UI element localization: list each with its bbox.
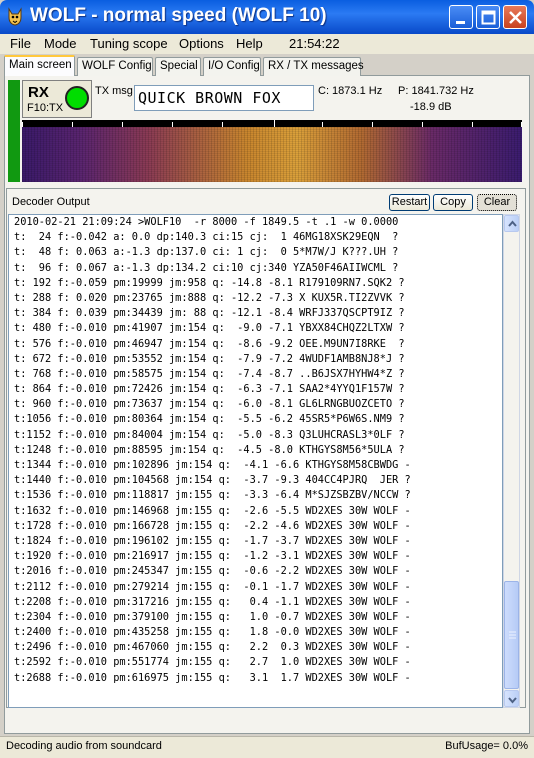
maximize-icon (481, 10, 496, 25)
decoder-line: t:2208 f:-0.010 pm:317216 jm:155 q: 0.4 … (14, 595, 411, 608)
copy-button[interactable]: Copy (433, 194, 473, 211)
scroll-down-icon (508, 697, 517, 704)
scroll-up-button[interactable] (504, 215, 519, 232)
menu-help[interactable]: Help (236, 36, 263, 51)
close-button[interactable] (503, 5, 527, 29)
tx-key-hint: F10:TX (27, 102, 64, 114)
maximize-button[interactable] (476, 5, 500, 29)
mode-label: RX (28, 84, 49, 101)
decoder-line: t:2592 f:-0.010 pm:551774 jm:155 q: 2.7 … (14, 656, 411, 669)
decoder-line: t:1056 f:-0.010 pm:80364 jm:154 q: -5.5 … (14, 413, 405, 426)
minimize-icon (456, 21, 465, 24)
buffer-usage: BufUsage= 0.0% (445, 740, 528, 752)
restart-button[interactable]: Restart (389, 194, 430, 211)
window-title: WOLF - normal speed (WOLF 10) (30, 5, 327, 26)
menu-bar: File Mode Tuning scope Options Help 21:5… (0, 34, 534, 54)
decoder-line: t: 960 f:-0.010 pm:73637 jm:154 q: -6.0 … (14, 398, 405, 411)
menu-file[interactable]: File (10, 36, 31, 51)
decoder-output-label: Decoder Output (12, 196, 90, 208)
wolf-app-icon[interactable] (6, 7, 24, 27)
decoder-line: t: 384 f: 0.039 pm:34439 jm: 88 q: -12.1… (14, 307, 405, 320)
decoder-line: t: 576 f:-0.010 pm:46947 jm:154 q: -8.6 … (14, 337, 405, 350)
menu-clock: 21:54:22 (289, 36, 340, 51)
decoder-line: t:1152 f:-0.010 pm:84004 jm:154 q: -5.0 … (14, 428, 405, 441)
scroll-thumb[interactable] (504, 581, 519, 689)
menu-tuning-scope[interactable]: Tuning scope (90, 36, 168, 51)
decoder-line: t:2304 f:-0.010 pm:379100 jm:155 q: 1.0 … (14, 610, 411, 623)
decoder-line: t:2400 f:-0.010 pm:435258 jm:155 q: 1.8 … (14, 626, 411, 639)
scroll-down-button[interactable] (504, 690, 519, 707)
decoder-line: t:2496 f:-0.010 pm:467060 jm:155 q: 2.2 … (14, 641, 411, 654)
frequency-scale[interactable] (22, 120, 522, 127)
rx-led-icon (65, 86, 89, 110)
tab-io-config[interactable]: I/O Config (203, 57, 261, 76)
waterfall-display[interactable] (22, 127, 522, 182)
decoder-line: t: 768 f:-0.010 pm:58575 jm:154 q: -7.4 … (14, 367, 405, 380)
status-message: Decoding audio from soundcard (6, 740, 162, 752)
scroll-up-icon (508, 220, 517, 227)
decoder-output-text[interactable]: 2010-02-21 21:09:24 >WOLF10 -r 8000 -f 1… (8, 214, 503, 708)
decoder-line: t:1632 f:-0.010 pm:146968 jm:155 q: -2.6… (14, 504, 411, 517)
minimize-button[interactable] (449, 5, 473, 29)
close-icon (509, 11, 522, 24)
peak-frequency: P: 1841.732 Hz (398, 85, 474, 97)
decoder-line: t:2688 f:-0.010 pm:616975 jm:155 q: 3.1 … (14, 671, 411, 684)
decoder-line: t:1248 f:-0.010 pm:88595 jm:154 q: -4.5 … (14, 443, 405, 456)
decoder-line: t: 192 f:-0.059 pm:19999 jm:958 q: -14.8… (14, 276, 405, 289)
decoder-line: t: 288 f: 0.020 pm:23765 jm:888 q: -12.2… (14, 291, 405, 304)
decoder-line: t: 48 f: 0.063 a:-1.3 dp:137.0 ci: 1 cj:… (14, 246, 399, 259)
tab-rx-tx-messages[interactable]: RX / TX messages (263, 57, 364, 76)
decoder-line: t:1920 f:-0.010 pm:216917 jm:155 q: -1.2… (14, 550, 411, 563)
tab-main-screen[interactable]: Main screen (4, 55, 75, 76)
rx-tx-toggle[interactable]: RX F10:TX (22, 80, 92, 118)
decoder-line: t: 480 f:-0.010 pm:41907 jm:154 q: -9.0 … (14, 322, 405, 335)
clear-button[interactable]: Clear (477, 194, 517, 211)
tab-wolf-config[interactable]: WOLF Config (77, 57, 153, 76)
tx-msg-field[interactable]: QUICK BROWN FOX (134, 85, 314, 111)
decoder-line: t: 672 f:-0.010 pm:53552 jm:154 q: -7.9 … (14, 352, 405, 365)
decoder-line: 2010-02-21 21:09:24 >WOLF10 -r 8000 -f 1… (14, 216, 399, 228)
decoder-line: t:1440 f:-0.010 pm:104568 jm:154 q: -3.7… (14, 474, 411, 487)
decoder-line: t:1536 f:-0.010 pm:118817 jm:155 q: -3.3… (14, 489, 411, 502)
tx-msg-label: TX msg (95, 85, 133, 97)
rx-indicator-strip (8, 80, 20, 182)
decoder-scrollbar[interactable] (503, 214, 520, 708)
decoder-line: t:1728 f:-0.010 pm:166728 jm:155 q: -2.2… (14, 519, 411, 532)
decoder-line: t: 24 f:-0.042 a: 0.0 dp:140.3 ci:15 cj:… (14, 231, 399, 244)
tab-special[interactable]: Special (155, 57, 201, 76)
menu-mode[interactable]: Mode (44, 36, 77, 51)
signal-level: -18.9 dB (410, 101, 452, 113)
decoder-line: t:2112 f:-0.010 pm:279214 jm:155 q: -0.1… (14, 580, 411, 593)
status-bar: Decoding audio from soundcard BufUsage= … (0, 736, 534, 758)
decoder-line: t:1344 f:-0.010 pm:102896 jm:154 q: -4.1… (14, 459, 411, 471)
decoder-line: t:1824 f:-0.010 pm:196102 jm:155 q: -1.7… (14, 534, 411, 547)
decoder-line: t: 96 f: 0.067 a:-1.3 dp:134.2 ci:10 cj:… (14, 261, 399, 274)
title-bar: WOLF - normal speed (WOLF 10) (0, 0, 534, 34)
center-frequency: C: 1873.1 Hz (318, 85, 383, 97)
decoder-line: t:2016 f:-0.010 pm:245347 jm:155 q: -0.6… (14, 565, 411, 578)
menu-options[interactable]: Options (179, 36, 224, 51)
decoder-line: t: 864 f:-0.010 pm:72426 jm:154 q: -6.3 … (14, 383, 405, 396)
